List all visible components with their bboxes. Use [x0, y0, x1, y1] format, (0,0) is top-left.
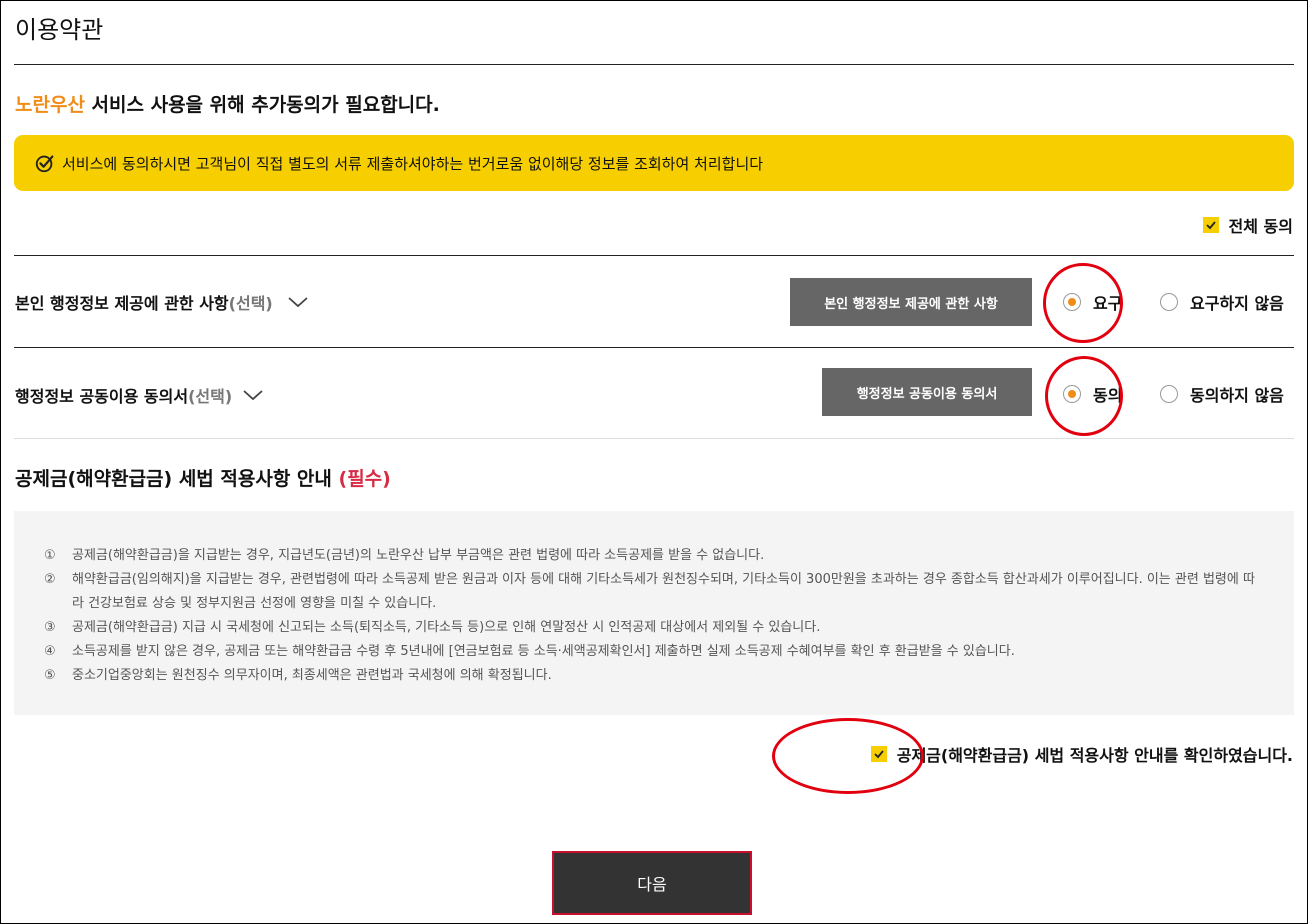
checkbox-checked-icon[interactable]	[870, 746, 887, 762]
radio-selected-icon[interactable]	[1063, 293, 1081, 311]
row-title-text: 행정정보 공동이용 동의서	[15, 387, 189, 406]
radio-empty-icon[interactable]	[1160, 385, 1178, 403]
headline: 노란우산 서비스 사용을 위해 추가동의가 필요합니다.	[15, 90, 440, 117]
agree-all-label: 전체 동의	[1228, 217, 1293, 236]
section-divider	[14, 438, 1294, 439]
required-tag: (필수)	[338, 468, 391, 490]
radio-empty-icon[interactable]	[1160, 293, 1178, 311]
confirm-checkbox[interactable]: 공제금(해약환급금) 세법 적용사항 안내를 확인하였습니다.	[870, 742, 1293, 766]
radio-no-request-label: 요구하지 않음	[1190, 294, 1284, 313]
row-divider	[14, 347, 1294, 348]
admin-info-document-button[interactable]: 본인 행정정보 제공에 관한 사항	[790, 278, 1032, 326]
row-admin-info-title[interactable]: 본인 행정정보 제공에 관한 사항 (선택)	[15, 290, 309, 314]
notice-banner: 서비스에 동의하시면 고객님이 직접 별도의 서류 제출하셔야하는 번거로움 없…	[14, 135, 1294, 191]
radio-agree[interactable]: 동의	[1063, 382, 1122, 406]
row-title-text: 본인 행정정보 제공에 관한 사항	[15, 294, 229, 313]
section-title: 공제금(해약환급금) 세법 적용사항 안내 (필수)	[15, 464, 391, 491]
radio-no-request[interactable]: 요구하지 않음	[1160, 290, 1284, 314]
brand-name: 노란우산	[15, 94, 85, 116]
next-button[interactable]: 다음	[552, 851, 752, 915]
title-divider	[14, 64, 1294, 65]
row-divider	[14, 255, 1294, 256]
radio-request-label: 요구	[1093, 294, 1123, 313]
notice-text: 서비스에 동의하시면 고객님이 직접 별도의 서류 제출하셔야하는 번거로움 없…	[62, 154, 764, 173]
terms-item: ① 공제금(해약환급금)을 지급받는 경우, 지급년도(금년)의 노란우산 납부 …	[44, 548, 765, 563]
radio-disagree[interactable]: 동의하지 않음	[1160, 382, 1284, 406]
row-shared-use-title[interactable]: 행정정보 공동이용 동의서 (선택)	[15, 383, 264, 407]
agree-all-checkbox[interactable]: 전체 동의	[1202, 213, 1293, 237]
terms-item: ② 해약환급금(임의해지)을 지급받는 경우, 관련법령에 따라 소득공제 받은 …	[44, 572, 1255, 611]
terms-item: ④ 소득공제를 받지 않은 경우, 공제금 또는 해약환급금 수령 후 5년내에 …	[44, 644, 1015, 659]
radio-disagree-label: 동의하지 않음	[1190, 386, 1284, 405]
optional-tag: (선택)	[188, 387, 233, 406]
terms-item: ⑤ 중소기업중앙회는 원천징수 의무자이며, 최종세액은 관련법과 국세청에 의해…	[44, 668, 552, 683]
terms-box: ① 공제금(해약환급금)을 지급받는 경우, 지급년도(금년)의 노란우산 납부 …	[14, 511, 1294, 715]
radio-selected-icon[interactable]	[1063, 385, 1081, 403]
chevron-down-icon[interactable]	[242, 388, 264, 402]
radio-request[interactable]: 요구	[1063, 290, 1122, 314]
shared-use-document-button[interactable]: 행정정보 공동이용 동의서	[822, 368, 1032, 416]
terms-item: ③ 공제금(해약환급금) 지급 시 국세청에 신고되는 소득(퇴직소득, 기타소득…	[44, 620, 821, 635]
radio-agree-label: 동의	[1093, 386, 1123, 405]
terms-list: ① 공제금(해약환급금)을 지급받는 경우, 지급년도(금년)의 노란우산 납부 …	[14, 511, 1294, 688]
headline-text: 서비스 사용을 위해 추가동의가 필요합니다.	[84, 94, 440, 116]
confirm-label: 공제금(해약환급금) 세법 적용사항 안내를 확인하였습니다.	[896, 746, 1293, 765]
section-title-text: 공제금(해약환급금) 세법 적용사항 안내	[15, 468, 339, 490]
page-title: 이용약관	[15, 16, 104, 44]
chevron-down-icon[interactable]	[287, 295, 309, 309]
checkbox-checked-icon[interactable]	[1202, 217, 1219, 233]
check-circle-icon	[35, 155, 54, 173]
optional-tag: (선택)	[228, 294, 273, 313]
